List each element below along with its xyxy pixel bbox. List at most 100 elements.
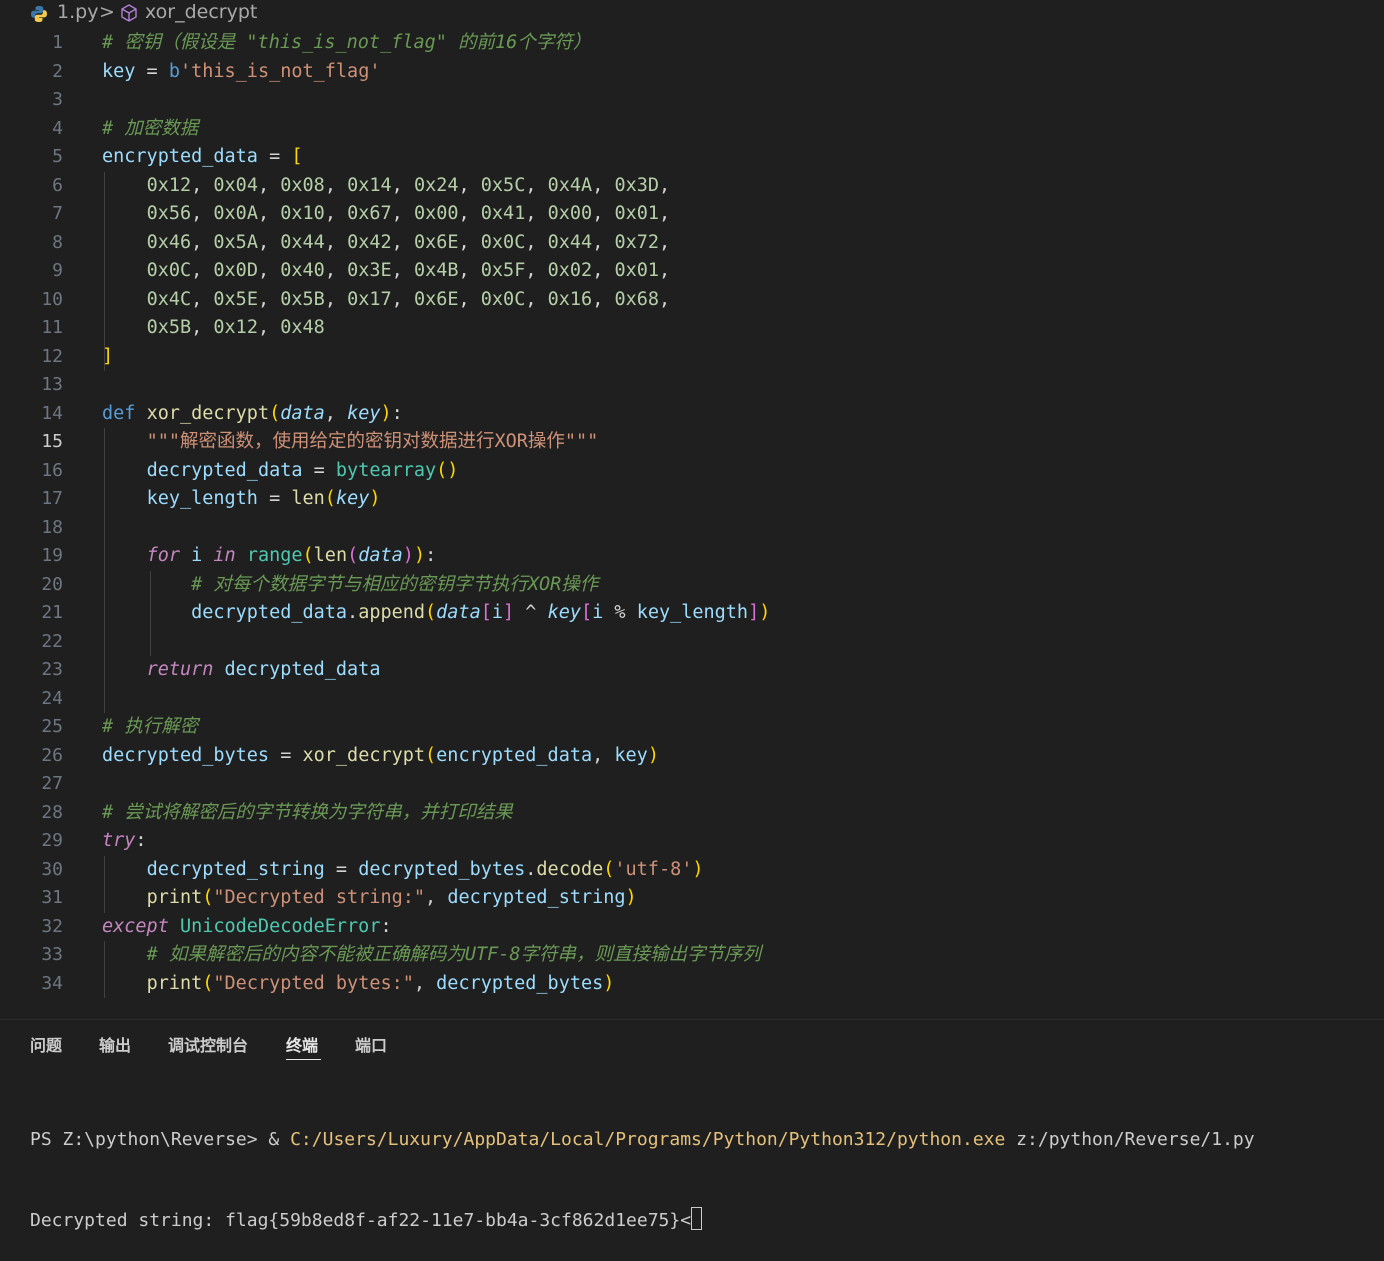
code-token: , — [257, 174, 281, 196]
code-editor[interactable]: 1 # 密钥（假设是 "this_is_not_flag" 的前16个字符） 2 ke… — [0, 29, 1384, 1014]
code-token: 0x5E — [213, 288, 258, 310]
code-line[interactable]: 21 decrypted_data.append(data[i] ^ key[i… — [0, 599, 1384, 628]
code-token: 'utf-8' — [614, 858, 693, 880]
code-line[interactable]: 24 — [0, 685, 1384, 714]
code-line[interactable]: 5 encrypted_data = [ — [0, 143, 1384, 172]
code-token: "Decrypted string:" — [213, 887, 426, 908]
code-line[interactable]: 19 for i in range(len(data)): — [0, 542, 1384, 571]
code-token: 0x5B — [280, 288, 325, 310]
code-token: , — [458, 288, 481, 310]
code-token: i — [592, 602, 604, 623]
code-token: 0x08 — [280, 174, 325, 196]
code-token: i — [191, 545, 203, 566]
panel-divider — [0, 1019, 1384, 1020]
code-token: 0x6E — [413, 231, 459, 253]
code-line[interactable]: 10 0x4C, 0x5E, 0x5B, 0x17, 0x6E, 0x0C, 0… — [0, 286, 1384, 315]
code-line[interactable]: 14 def xor_decrypt(data, key): — [0, 400, 1384, 429]
line-number: 16 — [41, 459, 63, 481]
code-line[interactable]: 23 return decrypted_data — [0, 656, 1384, 685]
code-line[interactable]: 3 — [0, 86, 1384, 115]
code-line[interactable]: 29 try: — [0, 827, 1384, 856]
tab-output[interactable]: 输出 — [99, 1032, 131, 1056]
code-text: 0x12, 0x04, 0x08, 0x14, 0x24, 0x5C, 0x4A… — [102, 172, 671, 201]
line-number: 25 — [41, 716, 63, 737]
terminal[interactable]: PS Z:\python\Reverse> & C:/Users/Luxury/… — [30, 1072, 1384, 1261]
code-token: . — [347, 602, 359, 623]
breadcrumb: 1.py > xor_decrypt — [0, 0, 1384, 28]
code-text: try: — [102, 827, 147, 856]
code-line[interactable]: 4 # 加密数据 — [0, 115, 1384, 144]
code-line[interactable]: 28 # 尝试将解密后的字节转换为字符串，并打印结果 — [0, 799, 1384, 828]
line-number: 32 — [41, 915, 63, 937]
code-line[interactable]: 22 — [0, 628, 1384, 657]
breadcrumb-file[interactable]: 1.py — [57, 1, 98, 23]
tab-ports[interactable]: 端口 — [355, 1032, 387, 1056]
code-line[interactable]: 7 0x56, 0x0A, 0x10, 0x67, 0x00, 0x41, 0x… — [0, 200, 1384, 229]
terminal-cursor — [691, 1207, 703, 1230]
code-token: 0x10 — [280, 203, 325, 224]
code-line[interactable]: 32 except UnicodeDecodeError: — [0, 913, 1384, 942]
code-token: ) — [647, 744, 659, 766]
code-line[interactable]: 12] — [0, 343, 1384, 372]
code-line[interactable]: 13 — [0, 371, 1384, 400]
tab-problems[interactable]: 问题 — [30, 1032, 62, 1056]
code-token: data — [280, 402, 325, 424]
line-number: 3 — [52, 89, 63, 110]
code-token: , — [191, 231, 214, 253]
code-line[interactable]: 34 print("Decrypted bytes:", decrypted_b… — [0, 970, 1384, 999]
line-number: 19 — [41, 545, 63, 566]
code-line[interactable]: 11 0x5B, 0x12, 0x48 — [0, 314, 1384, 343]
code-token: 0x48 — [280, 317, 325, 338]
line-number: 9 — [52, 260, 63, 281]
code-line[interactable]: 27 — [0, 770, 1384, 799]
code-line[interactable]: 8 0x46, 0x5A, 0x44, 0x42, 0x6E, 0x0C, 0x… — [0, 229, 1384, 258]
code-token: = — [324, 858, 359, 880]
code-line[interactable]: 17 key_length = len(key) — [0, 485, 1384, 514]
tab-debug-console[interactable]: 调试控制台 — [168, 1032, 248, 1056]
code-line[interactable]: 33 # 如果解密后的内容不能被正确解码为UTF-8字符串，则直接输出字节序列 — [0, 941, 1384, 970]
code-text: 0x0C, 0x0D, 0x40, 0x3E, 0x4B, 0x5F, 0x02… — [102, 257, 671, 286]
code-token: ^ — [514, 602, 548, 623]
code-line[interactable]: 18 — [0, 514, 1384, 543]
code-token: , — [391, 231, 414, 253]
code-token: key_length — [146, 488, 258, 509]
code-token: 0x4C — [146, 288, 192, 310]
code-line[interactable]: 30 decrypted_string = decrypted_bytes.de… — [0, 856, 1384, 885]
code-token: 0x72 — [614, 231, 660, 253]
code-text: # 执行解密 — [102, 713, 198, 742]
code-line[interactable]: 9 0x0C, 0x0D, 0x40, 0x3E, 0x4B, 0x5F, 0x… — [0, 257, 1384, 286]
code-token: len — [291, 488, 325, 509]
breadcrumb-symbol[interactable]: xor_decrypt — [145, 1, 257, 23]
code-line[interactable]: 20 # 对每个数据字节与相应的密钥字节执行XOR操作 — [0, 571, 1384, 600]
tab-terminal[interactable]: 终端 — [286, 1032, 318, 1056]
code-token: ) — [402, 545, 414, 566]
code-token: , — [592, 288, 615, 310]
line-number: 7 — [52, 203, 63, 224]
code-token: 'this_is_not_flag' — [179, 60, 381, 82]
terminal-output-line: Decrypted string: flag{59b8ed8f-af22-11e… — [30, 1207, 1384, 1234]
code-token: , — [525, 203, 548, 224]
code-line[interactable]: 6 0x12, 0x04, 0x08, 0x14, 0x24, 0x5C, 0x… — [0, 172, 1384, 201]
code-token: len — [313, 545, 348, 566]
code-line[interactable]: 16 decrypted_data = bytearray() — [0, 457, 1384, 486]
code-token: = — [135, 60, 169, 82]
code-token: 0x4A — [547, 174, 593, 196]
line-number: 15 — [41, 431, 63, 452]
code-line[interactable]: 1 # 密钥（假设是 "this_is_not_flag" 的前16个字符） — [0, 29, 1384, 58]
line-number: 2 — [52, 60, 63, 82]
code-line[interactable]: 25 # 执行解密 — [0, 713, 1384, 742]
code-token: 0x12 — [146, 174, 192, 196]
line-number: 29 — [41, 830, 63, 851]
code-line[interactable]: 15 """解密函数，使用给定的密钥对数据进行XOR操作""" — [0, 428, 1384, 457]
code-token: ( — [269, 402, 281, 424]
code-line[interactable]: 26 decrypted_bytes = xor_decrypt(encrypte… — [0, 742, 1384, 771]
code-token: , — [191, 288, 214, 310]
code-token: ) — [625, 887, 637, 908]
line-number: 28 — [41, 801, 63, 823]
code-line[interactable]: 31 print("Decrypted string:", decrypted_… — [0, 884, 1384, 913]
code-line[interactable]: 2 key = b'this_is_not_flag' — [0, 58, 1384, 87]
